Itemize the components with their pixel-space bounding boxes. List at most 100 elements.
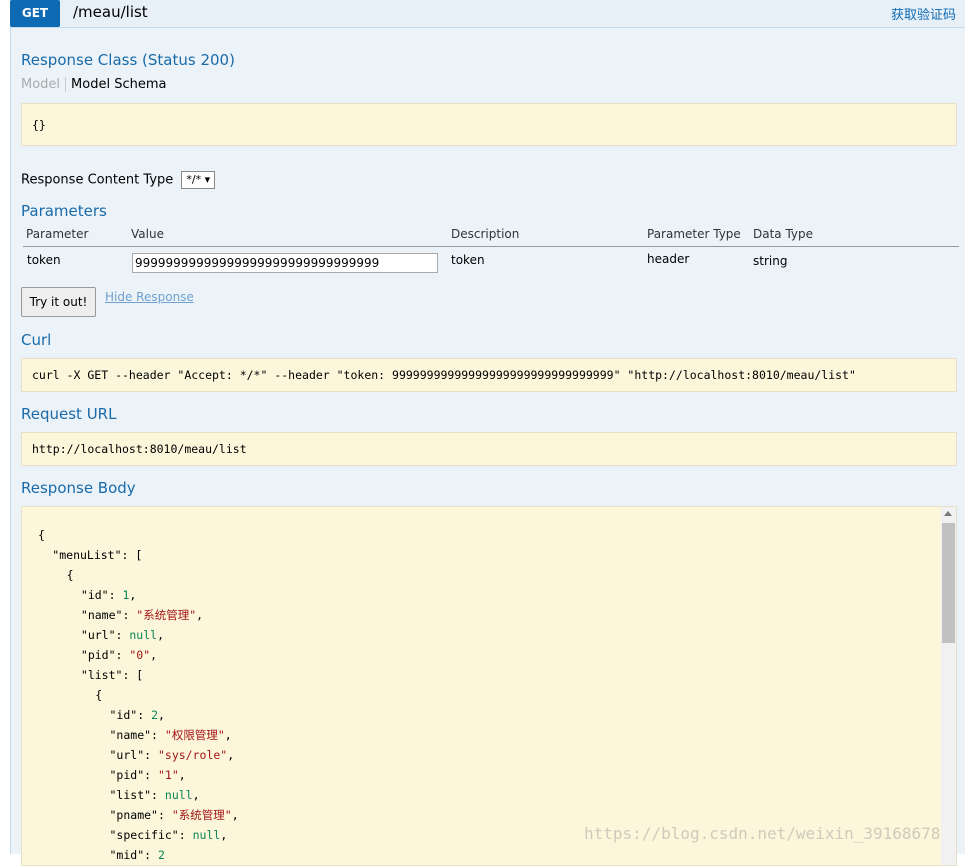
json-token: , — [178, 768, 186, 782]
json-token: : — [115, 628, 130, 642]
json-token: : — [115, 648, 130, 662]
json-token: : — [151, 788, 165, 802]
response-body-title: Response Body — [21, 479, 136, 497]
vertical-scrollbar[interactable] — [941, 507, 956, 865]
operation-content: Response Class (Status 200) Model Model S… — [10, 28, 965, 866]
json-token: null — [129, 628, 158, 642]
json-token: "url" — [80, 628, 116, 642]
json-token: : — [122, 608, 137, 622]
header-parameter-type: Parameter Type — [647, 227, 741, 241]
content-type-selected: */* — [186, 173, 202, 186]
json-line: { — [38, 565, 239, 585]
json-token: "1" — [157, 768, 179, 782]
json-token: , — [157, 628, 165, 642]
json-line: "id": 1, — [38, 585, 239, 605]
json-line: "list": [ — [38, 665, 239, 685]
json-line: "specific": null, — [38, 825, 239, 845]
parameters-table: Parameter Value Description Parameter Ty… — [23, 226, 959, 277]
json-token: "pid" — [80, 648, 116, 662]
json-token: "id" — [109, 708, 138, 722]
table-row: token 99999999999999999999999999999999 t… — [23, 247, 959, 277]
content-type-select[interactable]: */* ▾ — [181, 171, 216, 189]
json-token: "系统管理" — [171, 808, 232, 822]
json-token: , — [231, 808, 239, 822]
request-url-box: http://localhost:8010/meau/list — [21, 432, 957, 466]
json-token: "name" — [109, 728, 152, 742]
json-token: "list" — [80, 668, 123, 682]
json-token: : — [151, 728, 165, 742]
json-line: { — [38, 685, 239, 705]
header-data-type: Data Type — [753, 227, 814, 241]
response-class-title: Response Class (Status 200) — [21, 51, 235, 69]
json-token: , — [220, 828, 228, 842]
json-token: "name" — [80, 608, 123, 622]
model-schema-text: {} — [32, 118, 46, 132]
json-token: "menuList" — [52, 548, 122, 562]
request-url-text: http://localhost:8010/meau/list — [32, 442, 247, 456]
http-method-badge[interactable]: GET — [10, 0, 60, 27]
json-token: : [ — [122, 668, 144, 682]
json-token: { — [66, 568, 74, 582]
operation-summary-link[interactable]: 获取验证码 — [891, 4, 956, 23]
json-token: null — [164, 788, 193, 802]
json-token: "url" — [109, 748, 145, 762]
json-token: "系统管理" — [136, 608, 197, 622]
scrollbar-thumb[interactable] — [942, 523, 955, 643]
json-line: "id": 2, — [38, 705, 239, 725]
param-name: token — [27, 253, 61, 267]
json-token: : — [157, 808, 172, 822]
curl-title: Curl — [21, 331, 52, 349]
json-token: : — [144, 748, 158, 762]
try-it-out-button[interactable]: Try it out! — [21, 287, 96, 317]
json-token: , — [227, 748, 235, 762]
parameters-title: Parameters — [21, 202, 107, 220]
json-token: : — [144, 848, 158, 862]
model-tabs: Model Model Schema — [21, 77, 166, 92]
json-token: : — [178, 828, 193, 842]
json-token: "pid" — [109, 768, 145, 782]
curl-box: curl -X GET --header "Accept: */*" --hea… — [21, 358, 957, 392]
json-token: "pname" — [109, 808, 158, 822]
json-token: "mid" — [109, 848, 145, 862]
operation-header[interactable]: GET /meau/list 获取验证码 — [10, 0, 965, 28]
json-token: { — [95, 688, 103, 702]
header-parameter: Parameter — [26, 227, 89, 241]
response-body-box[interactable]: {"menuList": [{"id": 1, "name": "系统管理", "u… — [21, 506, 957, 866]
scroll-up-arrow-icon[interactable] — [944, 511, 952, 516]
header-value: Value — [131, 227, 164, 241]
tab-model-schema[interactable]: Model Schema — [66, 77, 166, 92]
json-line: "menuList": [ — [38, 545, 239, 565]
param-description: token — [451, 253, 485, 267]
json-token: "权限管理" — [164, 728, 225, 742]
json-token: { — [38, 528, 45, 542]
json-line: "pid": "0", — [38, 645, 239, 665]
json-token: 2 — [151, 708, 158, 722]
json-token: "id" — [80, 588, 109, 602]
json-token: , — [224, 728, 232, 742]
json-line: "pname": "系统管理", — [38, 805, 239, 825]
hide-response-link[interactable]: Hide Response — [105, 290, 194, 304]
json-token: "0" — [129, 648, 151, 662]
content-type-label: Response Content Type — [21, 172, 174, 188]
tab-model[interactable]: Model — [21, 77, 67, 92]
request-url-title: Request URL — [21, 405, 117, 423]
param-data-type: string — [753, 254, 788, 268]
operation-path[interactable]: /meau/list — [73, 3, 148, 21]
json-token: , — [129, 588, 137, 602]
json-token: "sys/role" — [157, 748, 228, 762]
json-line: "url": null, — [38, 625, 239, 645]
json-token: , — [158, 708, 165, 722]
curl-command: curl -X GET --header "Accept: */*" --hea… — [32, 368, 856, 382]
json-token: : — [144, 768, 158, 782]
json-line: { — [38, 525, 239, 545]
json-token: : — [137, 708, 152, 722]
token-input[interactable]: 99999999999999999999999999999999 — [132, 253, 438, 273]
json-token: "specific" — [109, 828, 179, 842]
chevron-down-icon: ▾ — [204, 173, 211, 186]
param-type: header — [647, 252, 690, 266]
response-body-content: {"menuList": [{"id": 1, "name": "系统管理", "u… — [38, 525, 239, 865]
json-line: "url": "sys/role", — [38, 745, 239, 765]
header-description: Description — [451, 227, 520, 241]
parameters-header-row: Parameter Value Description Parameter Ty… — [23, 226, 959, 247]
json-line: "mid": 2 — [38, 845, 239, 865]
